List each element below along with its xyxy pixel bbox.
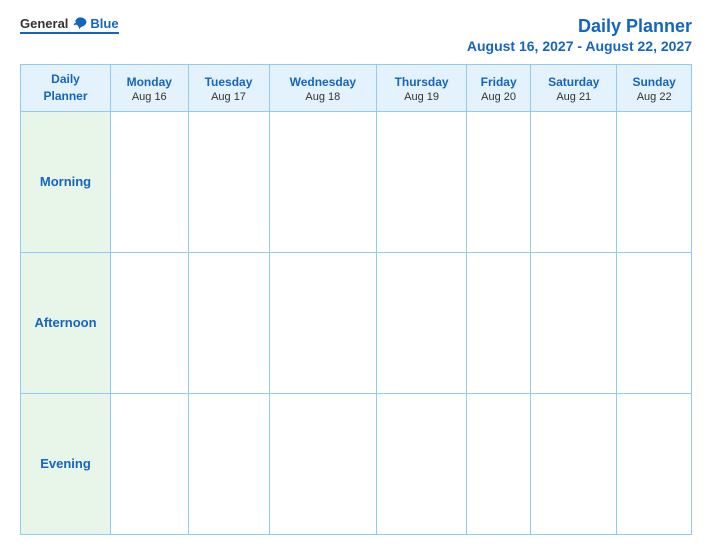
afternoon-wednesday-cell[interactable] xyxy=(269,252,377,393)
morning-label: Morning xyxy=(21,166,110,197)
title-area: Daily Planner August 16, 2027 - August 2… xyxy=(467,15,692,54)
morning-saturday-cell[interactable] xyxy=(531,111,617,252)
col-header-sunday: Sunday Aug 22 xyxy=(617,65,692,112)
logo-area: General Blue xyxy=(20,15,119,34)
logo-text: General Blue xyxy=(20,15,119,31)
page: General Blue Daily Planner August 16, 20… xyxy=(0,0,712,550)
evening-label: Evening xyxy=(21,448,110,479)
morning-wednesday-cell[interactable] xyxy=(269,111,377,252)
planner-title: Daily Planner xyxy=(467,15,692,38)
evening-sunday-cell[interactable] xyxy=(617,393,692,534)
afternoon-saturday-cell[interactable] xyxy=(531,252,617,393)
evening-monday-cell[interactable] xyxy=(111,393,189,534)
afternoon-tuesday-cell[interactable] xyxy=(188,252,269,393)
evening-thursday-cell[interactable] xyxy=(377,393,467,534)
evening-tuesday-cell[interactable] xyxy=(188,393,269,534)
morning-thursday-cell[interactable] xyxy=(377,111,467,252)
main-col-label: DailyPlanner xyxy=(25,71,106,105)
morning-tuesday-cell[interactable] xyxy=(188,111,269,252)
afternoon-friday-cell[interactable] xyxy=(467,252,531,393)
morning-row: Morning xyxy=(21,111,692,252)
evening-label-cell: Evening xyxy=(21,393,111,534)
col-header-saturday: Saturday Aug 21 xyxy=(531,65,617,112)
logo-blue-text: Blue xyxy=(90,16,118,31)
morning-label-cell: Morning xyxy=(21,111,111,252)
afternoon-thursday-cell[interactable] xyxy=(377,252,467,393)
afternoon-label: Afternoon xyxy=(21,307,110,338)
col-header-thursday: Thursday Aug 19 xyxy=(377,65,467,112)
logo-underline xyxy=(20,32,119,34)
afternoon-label-cell: Afternoon xyxy=(21,252,111,393)
evening-friday-cell[interactable] xyxy=(467,393,531,534)
col-header-tuesday: Tuesday Aug 17 xyxy=(188,65,269,112)
afternoon-sunday-cell[interactable] xyxy=(617,252,692,393)
evening-row: Evening xyxy=(21,393,692,534)
evening-wednesday-cell[interactable] xyxy=(269,393,377,534)
logo-bird-icon xyxy=(72,15,88,31)
col-header-main: DailyPlanner xyxy=(21,65,111,112)
calendar-table: DailyPlanner Monday Aug 16 Tuesday Aug 1… xyxy=(20,64,692,535)
header: General Blue Daily Planner August 16, 20… xyxy=(20,15,692,54)
col-header-wednesday: Wednesday Aug 18 xyxy=(269,65,377,112)
col-header-friday: Friday Aug 20 xyxy=(467,65,531,112)
morning-friday-cell[interactable] xyxy=(467,111,531,252)
afternoon-monday-cell[interactable] xyxy=(111,252,189,393)
col-header-monday: Monday Aug 16 xyxy=(111,65,189,112)
header-row: DailyPlanner Monday Aug 16 Tuesday Aug 1… xyxy=(21,65,692,112)
afternoon-row: Afternoon xyxy=(21,252,692,393)
morning-sunday-cell[interactable] xyxy=(617,111,692,252)
logo-general-text: General xyxy=(20,16,68,31)
date-range: August 16, 2027 - August 22, 2027 xyxy=(467,38,692,54)
morning-monday-cell[interactable] xyxy=(111,111,189,252)
evening-saturday-cell[interactable] xyxy=(531,393,617,534)
